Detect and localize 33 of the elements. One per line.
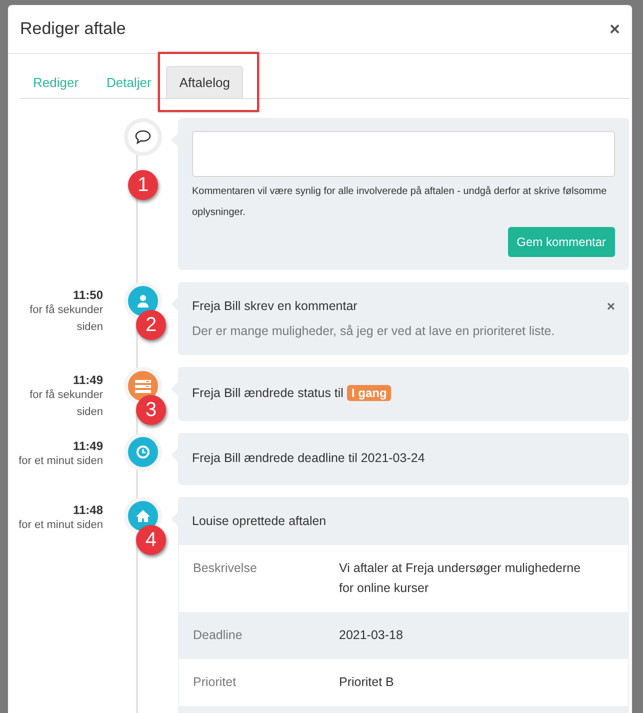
- field-hint: Kommentaren vil være synlig for alle involverede på aftalen - undgå derfor at skrive følsomme oplysninger.: [192, 185, 608, 220]
- comment-text: Der er mange muligheder, så jeg er ved at lave en prioriteret liste.: [192, 324, 556, 338]
- tab[interactable]: Aftalelog: [166, 66, 243, 99]
- event-time: 11:50: [72, 288, 103, 302]
- field-value: Prioritet B: [339, 674, 395, 691]
- relative-time: for et minut siden: [18, 518, 103, 533]
- number-marker: 2: [136, 310, 166, 340]
- field-value: Vi aftaler at Freja undersøger mulighederne for online kurser: [339, 560, 582, 597]
- number-marker: 1: [128, 170, 158, 200]
- event-title: Louise oprettede aftalen: [192, 514, 326, 528]
- event-time: 11:49: [72, 439, 103, 453]
- status-badge: I gang: [347, 385, 391, 401]
- event-time: 11:49: [72, 373, 103, 387]
- tab[interactable]: Detaljer: [94, 66, 164, 99]
- field-value: 2021-03-18: [339, 627, 404, 644]
- delete-button[interactable]: ×: [606, 298, 615, 314]
- tab[interactable]: Rediger: [20, 66, 92, 99]
- event-title: Freja Bill skrev en kommentar: [192, 299, 358, 313]
- relative-time: for et minut siden: [18, 454, 103, 469]
- save-comment-button[interactable]: Gem kommentar: [508, 227, 615, 257]
- comment-field[interactable]: [192, 131, 615, 177]
- relative-time: for få sekunder siden: [28, 388, 103, 420]
- relative-time: for få sekunder siden: [28, 303, 103, 335]
- event-title: Freja Bill ændrede status til: [192, 386, 344, 400]
- field-label: Beskrivelse: [193, 560, 258, 577]
- dialog-title: Rediger aftale: [20, 19, 126, 39]
- event-time: 11:48: [72, 503, 103, 517]
- field-label: Prioritet: [193, 674, 238, 691]
- number-marker: 3: [136, 395, 166, 425]
- close-button[interactable]: ×: [609, 18, 620, 40]
- event-title: Freja Bill ændrede deadline til 2021-03-24: [192, 451, 425, 465]
- number-marker: 4: [136, 525, 166, 555]
- field-label: Deadline: [193, 627, 244, 644]
